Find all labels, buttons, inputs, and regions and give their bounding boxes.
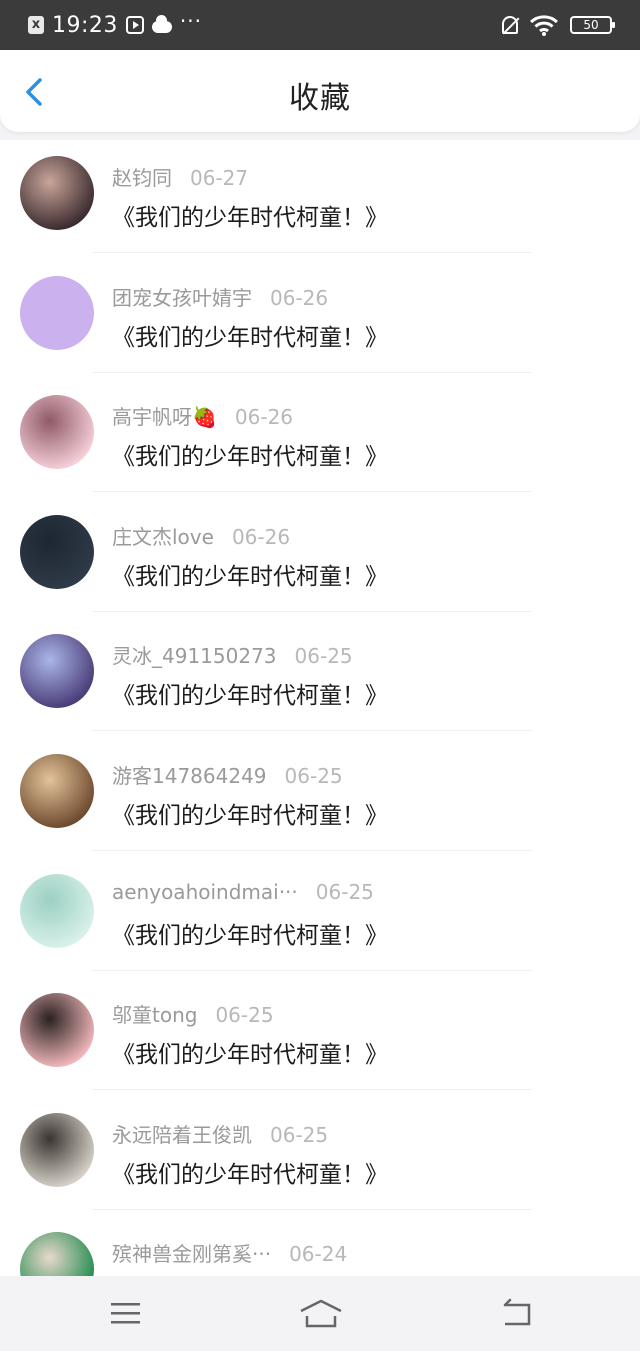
item-date: 06-26 — [231, 524, 291, 549]
divider — [92, 252, 532, 253]
item-meta: 邬童tong 06-25 — [112, 999, 274, 1028]
item-title[interactable]: 《我们的少年时代柯童！》 — [112, 1155, 388, 1189]
list-item[interactable]: 永远陪着王俊凯 06-25 《我们的少年时代柯童！》 — [0, 1097, 640, 1217]
item-title[interactable]: 《我们的少年时代柯童！》 — [112, 557, 388, 591]
list-item[interactable]: 游客147864249 06-25 《我们的少年时代柯童！》 — [0, 738, 640, 858]
user-name[interactable]: 邬童tong — [112, 1003, 197, 1027]
item-date: 06-25 — [270, 1122, 329, 1147]
status-time: 19:23 — [52, 12, 118, 38]
item-date: 06-25 — [315, 879, 374, 904]
status-bar: x 19:23 ··· 50 — [0, 0, 640, 50]
list-item[interactable]: 赵钧同 06-27 《我们的少年时代柯童！》 — [0, 140, 640, 260]
avatar[interactable] — [20, 514, 94, 589]
item-meta: 庄文杰love 06-26 — [112, 521, 290, 550]
divider — [92, 491, 532, 493]
item-date: 06-26 — [270, 285, 329, 310]
silent-bell-icon — [502, 16, 518, 34]
item-title[interactable]: 《我们的少年时代柯童！》 — [112, 916, 388, 950]
item-title[interactable]: 《我们的少年时代柯童！》 — [112, 676, 388, 710]
divider — [92, 849, 532, 851]
item-title[interactable]: 《我们的少年时代柯童！》 — [112, 198, 388, 232]
user-name[interactable]: 高宇帆呀🍓 — [112, 405, 217, 429]
avatar[interactable] — [20, 634, 94, 709]
item-date: 06-25 — [294, 644, 353, 669]
item-title[interactable]: 《我们的少年时代柯童！》 — [112, 318, 388, 352]
item-date: 06-27 — [190, 166, 249, 190]
home-icon — [300, 1299, 342, 1328]
divider — [92, 1208, 532, 1210]
item-meta: 赵钧同 06-27 — [112, 162, 248, 191]
list-item[interactable]: 灵冰_491150273 06-25 《我们的少年时代柯童！》 — [0, 618, 640, 738]
status-bar-right: 50 — [502, 12, 615, 38]
menu-button[interactable] — [106, 1296, 146, 1332]
avatar[interactable] — [20, 1112, 94, 1187]
avatar[interactable] — [20, 395, 94, 470]
list-item[interactable]: aenyoahoindmai··· 06-25 《我们的少年时代柯童！》 — [0, 858, 640, 978]
divider — [92, 610, 532, 612]
item-date: 06-25 — [215, 1003, 274, 1028]
item-title[interactable]: 《我们的少年时代柯童！》 — [112, 437, 388, 471]
favorites-list: 赵钧同 06-27 《我们的少年时代柯童！》 团宠女孩叶婧宇 06-26 《我们的少年时代… — [0, 140, 640, 1276]
cloud-icon — [151, 15, 172, 33]
avatar[interactable] — [20, 275, 94, 350]
item-meta: 高宇帆呀🍓 06-26 — [112, 401, 293, 430]
system-nav-bar — [0, 1276, 640, 1351]
user-name[interactable]: 游客147864249 — [112, 764, 267, 788]
avatar[interactable] — [20, 1232, 94, 1276]
list-item[interactable]: 邬童tong 06-25 《我们的少年时代柯童！》 — [0, 977, 640, 1097]
user-name[interactable]: 团宠女孩叶婧宇 — [112, 286, 252, 310]
return-icon — [503, 1298, 531, 1326]
item-meta: 游客147864249 06-25 — [112, 760, 343, 789]
avatar[interactable] — [20, 156, 94, 230]
menu-icon — [111, 1303, 140, 1324]
page-title: 收藏 — [289, 81, 351, 116]
user-name[interactable]: 殡神兽金刚第奚··· — [112, 1242, 271, 1266]
close-notification-icon: x — [28, 16, 44, 34]
avatar[interactable] — [20, 753, 94, 828]
item-meta: 灵冰_491150273 06-25 — [112, 640, 353, 669]
user-name[interactable]: aenyoahoindmai··· — [112, 880, 298, 904]
list-item[interactable]: 团宠女孩叶婧宇 06-26 《我们的少年时代柯童！》 — [0, 260, 640, 380]
item-date: 06-25 — [284, 763, 343, 788]
item-meta: 殡神兽金刚第奚··· 06-24 — [112, 1238, 347, 1267]
item-title[interactable]: 《我们的少年时代柯童！》 — [112, 796, 388, 830]
more-notifications-icon: ··· — [179, 9, 202, 33]
item-date: 06-24 — [289, 1242, 348, 1267]
media-play-icon — [125, 16, 144, 34]
user-name[interactable]: 赵钧同 — [112, 166, 172, 190]
status-bar-left: x 19:23 ··· — [28, 9, 202, 40]
item-meta: 团宠女孩叶婧宇 06-26 — [112, 282, 328, 311]
back-nav-button[interactable] — [497, 1296, 537, 1332]
divider — [92, 969, 532, 971]
divider — [92, 1089, 532, 1091]
user-name[interactable]: 永远陪着王俊凯 — [112, 1123, 252, 1147]
list-item[interactable]: 殡神兽金刚第奚···06-24《我们的少年时代柯童！》 — [0, 1216, 640, 1276]
wifi-icon — [530, 15, 558, 36]
item-meta: aenyoahoindmai··· 06-25 — [112, 880, 374, 904]
divider — [92, 371, 532, 373]
item-meta: 永远陪着王俊凯 06-25 — [112, 1119, 328, 1148]
list-item[interactable]: 高宇帆呀🍓 06-26 《我们的少年时代柯童！》 — [0, 379, 640, 499]
avatar[interactable] — [20, 873, 94, 948]
item-title[interactable]: 《我们的少年时代柯童！》 — [112, 1035, 388, 1069]
list-item[interactable]: 庄文杰love 06-26 《我们的少年时代柯童！》 — [0, 499, 640, 619]
avatar[interactable] — [20, 993, 94, 1068]
user-name[interactable]: 灵冰_491150273 — [112, 644, 277, 668]
home-button[interactable] — [298, 1296, 344, 1332]
divider — [92, 730, 532, 732]
battery-icon: 50 — [570, 16, 615, 34]
user-name[interactable]: 庄文杰love — [112, 525, 214, 549]
item-date: 06-26 — [234, 405, 294, 430]
page-header: 收藏 — [0, 50, 640, 132]
